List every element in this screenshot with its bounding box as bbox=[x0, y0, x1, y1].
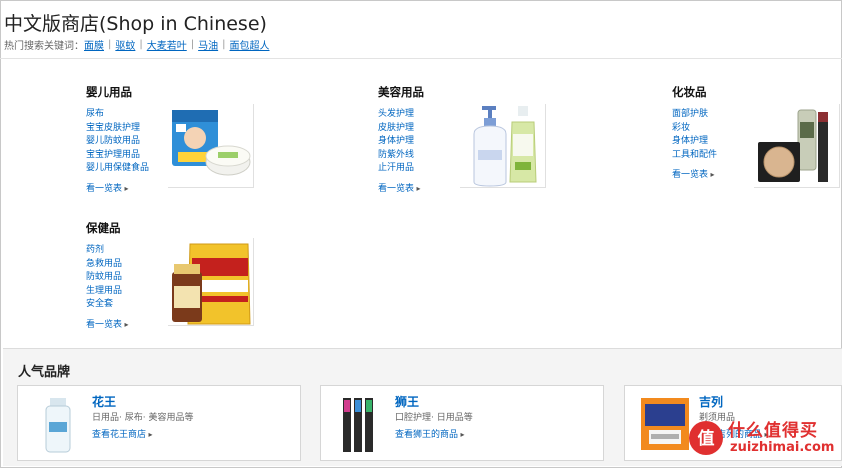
divider bbox=[0, 58, 842, 59]
separator: | bbox=[139, 39, 143, 50]
section-title: 人气品牌 bbox=[18, 365, 71, 380]
brand-description: 日用品· 尿布· 美容用品等 bbox=[92, 413, 194, 423]
hot-search-link[interactable]: 驱蚊 bbox=[115, 37, 135, 52]
hot-search-row: 热门搜索关键词： 面膜 | 驱蚊 | 大麦若叶 | 马油 | 面包超人 bbox=[4, 37, 270, 52]
category-cosmetics: 化妆品 面部护肤 彩妆 身体护理 工具和配件 看一览表 bbox=[672, 84, 842, 194]
lion-product-image bbox=[335, 394, 387, 454]
brand-card-lion[interactable]: 狮王 口腔护理· 日用品等 查看狮王的商品 bbox=[320, 385, 604, 461]
watermark-text: 什么值得买 bbox=[728, 421, 818, 441]
kao-product-image bbox=[32, 394, 84, 454]
hot-search-link[interactable]: 面包超人 bbox=[230, 37, 270, 52]
svg-text:值: 值 bbox=[698, 428, 715, 449]
hot-search-label: 热门搜索关键词： bbox=[4, 41, 84, 52]
diaper-product-image[interactable] bbox=[168, 104, 254, 188]
separator: | bbox=[108, 39, 112, 50]
category-title: 化妆品 bbox=[672, 85, 707, 99]
brand-store-link[interactable]: 查看花王商店 bbox=[92, 427, 153, 440]
hot-search-link[interactable]: 大麦若叶 bbox=[147, 37, 187, 52]
brand-name[interactable]: 狮王 bbox=[395, 393, 419, 410]
brand-card-kao[interactable]: 花王 日用品· 尿布· 美容用品等 查看花王商店 bbox=[17, 385, 301, 461]
body-wash-product-image[interactable] bbox=[460, 104, 546, 188]
brand-name[interactable]: 花王 bbox=[92, 393, 116, 410]
watermark-logo-icon: 值 bbox=[689, 421, 723, 455]
makeup-product-image[interactable] bbox=[754, 104, 840, 188]
category-title: 美容用品 bbox=[378, 85, 424, 99]
category-health: 保健品 药剂 急救用品 防蚊用品 生理用品 安全套 看一览表 bbox=[86, 220, 256, 330]
category-beauty: 美容用品 头发护理 皮肤护理 身体护理 防紫外线 止汗用品 看一览表 bbox=[378, 84, 548, 194]
supplement-product-image[interactable] bbox=[168, 238, 254, 326]
hot-search-link[interactable]: 面膜 bbox=[84, 37, 104, 52]
watermark: 值 什么值得买 zuizhimai.com bbox=[684, 416, 838, 464]
category-title: 婴儿用品 bbox=[86, 85, 132, 99]
category-baby: 婴儿用品 尿布 宝宝皮肤护理 婴儿防蚊用品 宝宝护理用品 婴儿用保健食品 看一览… bbox=[86, 84, 256, 194]
category-title: 保健品 bbox=[86, 221, 121, 235]
brand-name[interactable]: 吉列 bbox=[699, 393, 723, 410]
separator: | bbox=[190, 39, 195, 50]
watermark-url: zuizhimai.com bbox=[730, 440, 835, 455]
separator: | bbox=[222, 39, 226, 50]
brand-store-link[interactable]: 查看狮王的商品 bbox=[395, 427, 465, 440]
page-title: 中文版商店(Shop in Chinese) bbox=[4, 13, 267, 35]
hot-search-link[interactable]: 马油 bbox=[198, 37, 218, 52]
brand-description: 口腔护理· 日用品等 bbox=[395, 413, 473, 423]
